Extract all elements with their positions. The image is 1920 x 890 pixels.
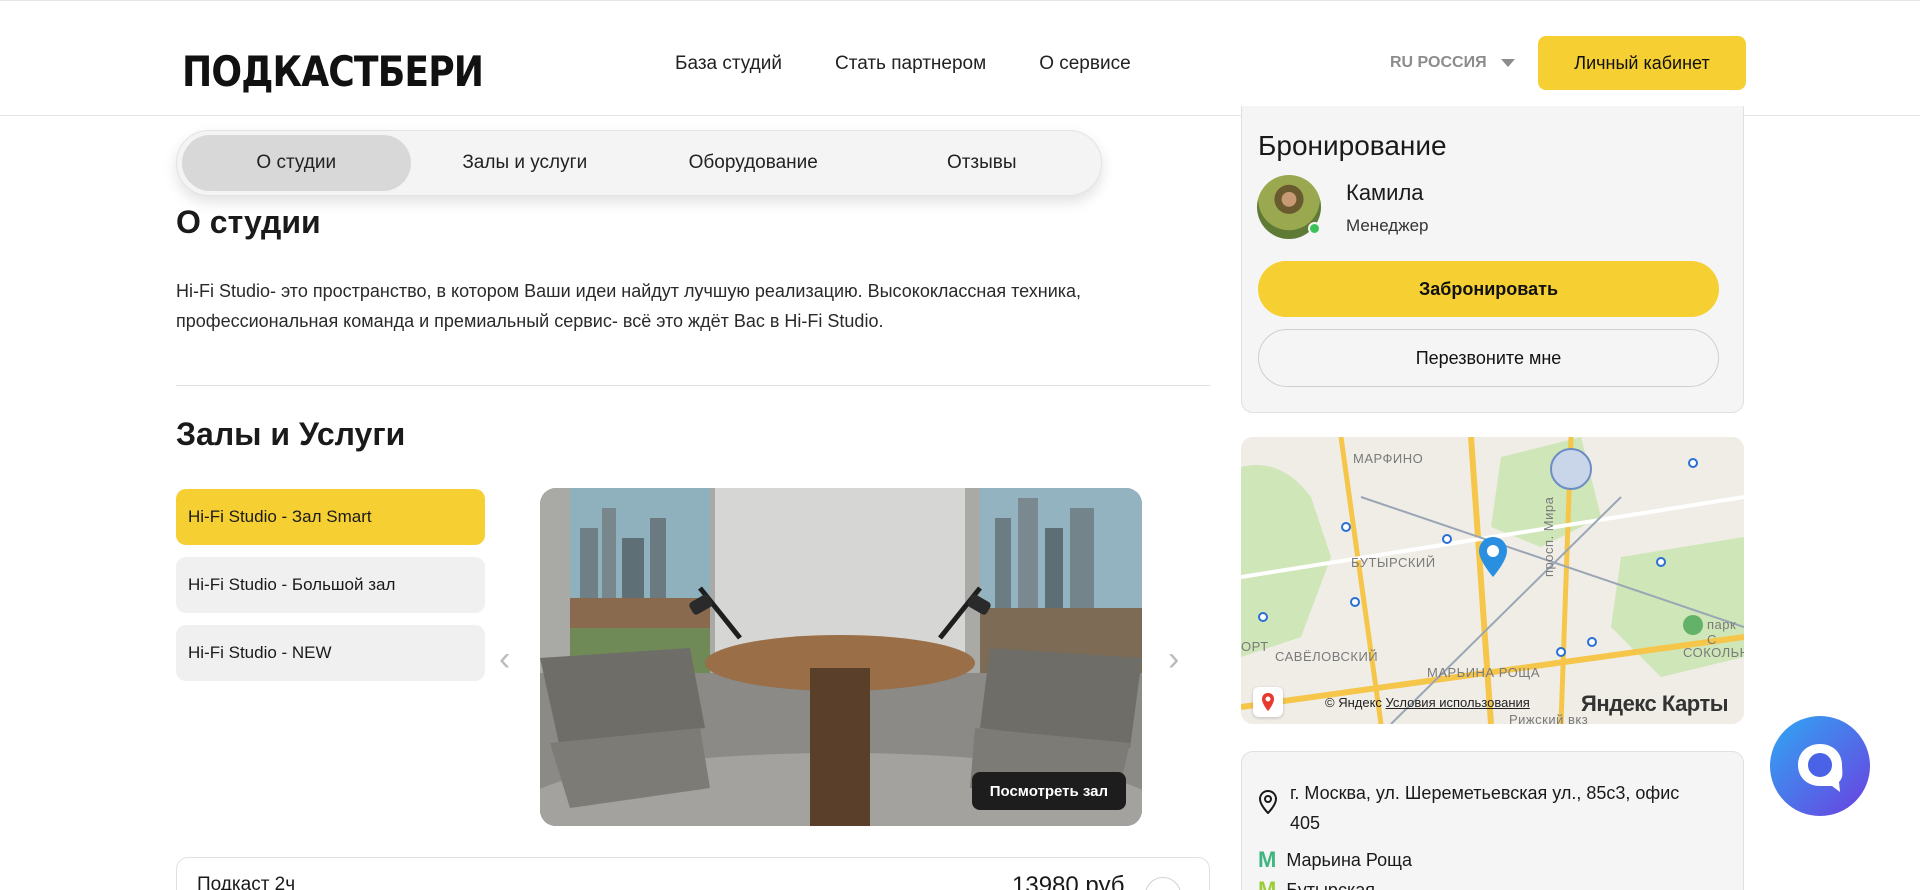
section-tabs: О студии Залы и услуги Оборудование Отзы… <box>176 130 1102 196</box>
price-card[interactable]: Подкаст 2ч 13980 руб <box>176 857 1210 890</box>
language-selector[interactable]: RU РОССИЯ <box>1390 54 1515 72</box>
map-label: МАРЬИНА РОЩА <box>1427 665 1541 680</box>
manager-name: Камила <box>1346 180 1424 205</box>
map-terms-link[interactable]: Условия использования <box>1386 695 1530 710</box>
location-pin-icon[interactable] <box>1477 535 1509 579</box>
metro-station: M Марьина Роща <box>1258 847 1412 873</box>
language-label: RU РОССИЯ <box>1390 54 1487 71</box>
view-hall-button[interactable]: Посмотреть зал <box>971 772 1126 810</box>
page: ПОДКАСТБЕРИ База студий Стать партнером … <box>0 0 1920 890</box>
chevron-left-icon[interactable]: ‹ <box>499 642 519 676</box>
map-label: СОКОЛЬНИ <box>1683 645 1744 660</box>
nav-link-partner[interactable]: Стать партнером <box>835 50 986 78</box>
hall-item-new[interactable]: Hi-Fi Studio - NEW <box>176 625 485 681</box>
map-label: парк С <box>1707 617 1737 647</box>
about-text: Hi-Fi Studio- это пространство, в которо… <box>176 281 1082 331</box>
personal-account-button[interactable]: Личный кабинет <box>1538 36 1746 90</box>
location-icon <box>1258 790 1278 814</box>
map-copyright-text: © Яндекс <box>1325 695 1382 710</box>
callback-button[interactable]: Перезвоните мне <box>1258 329 1719 387</box>
map-label: ОРТ <box>1241 639 1269 654</box>
tab-equipment[interactable]: Оборудование <box>639 135 868 191</box>
service-price: 13980 руб <box>1012 872 1125 890</box>
chevron-down-icon <box>1500 59 1515 67</box>
tab-about[interactable]: О студии <box>182 135 411 191</box>
about-title: О студии <box>176 204 321 240</box>
map[interactable]: МАРФИНО БУТЫРСКИЙ САВЁЛОВСКИЙ МАРЬИНА РО… <box>1241 437 1744 724</box>
address-text: г. Москва, ул. Шереметьевская ул., 85с3,… <box>1290 783 1680 833</box>
map-copyright: © Яндекс Условия использования <box>1325 695 1530 710</box>
map-label: МАРФИНО <box>1353 451 1424 466</box>
metro-icon: M <box>1258 877 1277 890</box>
metro-name: Бутырская <box>1286 879 1375 890</box>
hall-list: Hi-Fi Studio - Зал Smart Hi-Fi Studio - … <box>176 489 485 693</box>
map-graphic <box>1241 437 1744 724</box>
header: ПОДКАСТБЕРИ База студий Стать партнером … <box>0 0 1920 116</box>
service-name: Подкаст 2ч <box>197 874 296 890</box>
online-status-icon <box>1308 222 1321 235</box>
chevron-right-icon[interactable]: › <box>1168 642 1188 676</box>
book-button[interactable]: Забронировать <box>1258 261 1719 317</box>
chat-widget-button[interactable] <box>1770 716 1870 816</box>
manager-role: Менеджер <box>1346 216 1429 235</box>
divider <box>176 385 1210 386</box>
map-label: Рижский вкз <box>1509 712 1589 724</box>
metro-icon: M <box>1258 847 1277 872</box>
halls-title: Залы и Услуги <box>176 416 406 452</box>
hall-photo[interactable]: Посмотреть зал <box>540 488 1142 826</box>
map-label: просп. Мира <box>1541 496 1556 577</box>
map-brand[interactable]: Яндекс Карты <box>1581 691 1729 717</box>
map-marker-icon[interactable] <box>1253 687 1283 717</box>
booking-panel: Бронирование Камила Менеджер Забронирова… <box>1241 106 1744 413</box>
nav-link-about[interactable]: О сервисе <box>1039 50 1130 78</box>
hall-item-smart[interactable]: Hi-Fi Studio - Зал Smart <box>176 489 485 545</box>
tab-reviews[interactable]: Отзывы <box>868 135 1097 191</box>
main-nav: База студий Стать партнером О сервисе <box>675 50 1131 78</box>
nav-link-studios[interactable]: База студий <box>675 50 782 78</box>
metro-name: Марьина Роща <box>1286 849 1412 870</box>
logo[interactable]: ПОДКАСТБЕРИ <box>182 44 484 100</box>
chat-icon <box>1798 744 1843 792</box>
hall-item-big[interactable]: Hi-Fi Studio - Большой зал <box>176 557 485 613</box>
metro-station: M Бутырская <box>1258 877 1375 890</box>
address-card: г. Москва, ул. Шереметьевская ул., 85с3,… <box>1241 751 1744 890</box>
booking-title: Бронирование <box>1258 130 1447 161</box>
tab-halls[interactable]: Залы и услуги <box>411 135 640 191</box>
select-circle[interactable] <box>1145 877 1181 890</box>
map-label: БУТЫРСКИЙ <box>1351 555 1436 570</box>
map-label: САВЁЛОВСКИЙ <box>1275 649 1379 664</box>
